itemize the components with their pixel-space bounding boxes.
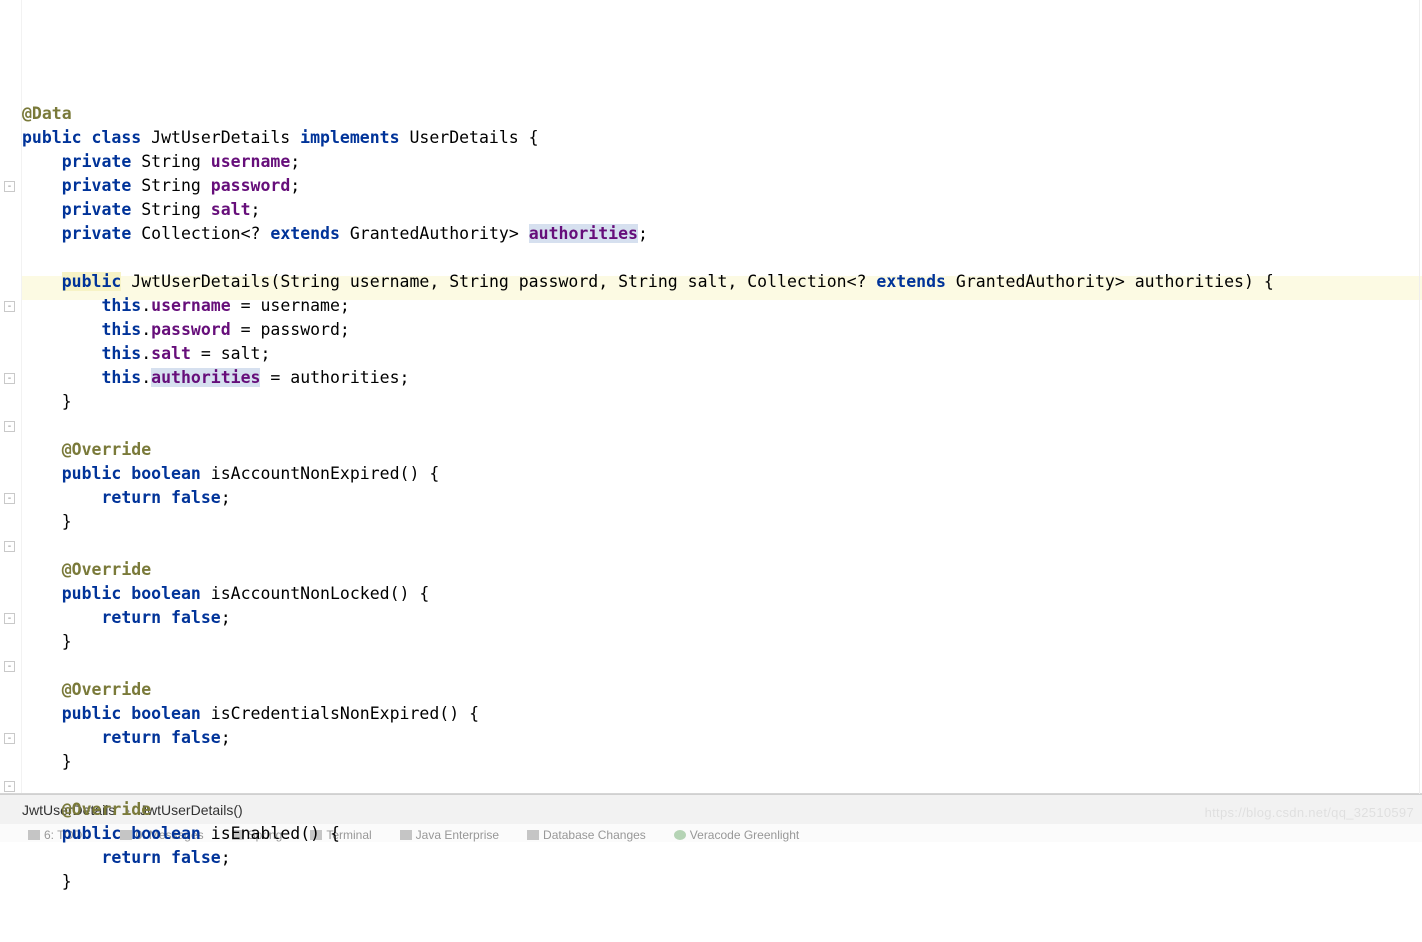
code-area[interactable]: @Data public class JwtUserDetails implem… — [22, 0, 1422, 793]
kw-this: this — [101, 368, 141, 387]
kw-this: this — [101, 320, 141, 339]
code-editor[interactable]: - - - - - - - - - - @Data public class J… — [0, 0, 1422, 794]
method-isenabled: isEnabled — [211, 824, 300, 843]
kw-return: return — [101, 608, 161, 627]
kw-public: public — [62, 584, 122, 603]
method-isaccountnonlocked: isAccountNonLocked — [211, 584, 390, 603]
type-string: String — [141, 152, 201, 171]
method-iscredentialsnonexpired: isCredentialsNonExpired — [211, 704, 439, 723]
kw-this: this — [101, 344, 141, 363]
editor-gutter: - - - - - - - - - - — [0, 0, 22, 793]
fold-marker-icon[interactable]: - — [4, 493, 15, 504]
kw-return: return — [101, 848, 161, 867]
kw-false: false — [171, 728, 221, 747]
interface-name: UserDetails — [409, 128, 518, 147]
field-salt: salt — [211, 200, 251, 219]
annotation-override: @Override — [62, 440, 151, 459]
annotation-override: @Override — [62, 560, 151, 579]
fold-marker-icon[interactable]: - — [4, 373, 15, 384]
field-password: password — [151, 320, 230, 339]
fold-marker-icon[interactable]: - — [4, 661, 15, 672]
kw-private: private — [62, 176, 132, 195]
class-name: JwtUserDetails — [151, 128, 290, 147]
annotation-override: @Override — [62, 680, 151, 699]
kw-public: public — [62, 824, 122, 843]
kw-false: false — [171, 608, 221, 627]
kw-boolean: boolean — [131, 584, 201, 603]
kw-false: false — [171, 848, 221, 867]
fold-marker-icon[interactable]: - — [4, 301, 15, 312]
kw-private: private — [62, 224, 132, 243]
kw-public: public — [62, 464, 122, 483]
annotation-override: @Override — [62, 800, 151, 819]
method-isaccountnonexpired: isAccountNonExpired — [211, 464, 400, 483]
kw-private: private — [62, 152, 132, 171]
kw-return: return — [101, 728, 161, 747]
field-authorities: authorities — [151, 368, 260, 387]
fold-marker-icon[interactable]: - — [4, 781, 15, 792]
type-string: String — [141, 176, 201, 195]
kw-class: class — [92, 128, 142, 147]
kw-implements: implements — [300, 128, 399, 147]
kw-boolean: boolean — [131, 704, 201, 723]
field-authorities: authorities — [529, 224, 638, 243]
kw-public: public — [22, 128, 82, 147]
kw-public: public — [62, 272, 122, 291]
fold-marker-icon[interactable]: - — [4, 181, 15, 192]
kw-this: this — [101, 296, 141, 315]
type-grantedauthority: GrantedAuthority — [350, 224, 509, 243]
type-string: String — [141, 200, 201, 219]
constructor-name: JwtUserDetails — [131, 272, 270, 291]
kw-boolean: boolean — [131, 824, 201, 843]
kw-extends: extends — [270, 224, 340, 243]
annotation-data: @Data — [22, 104, 72, 123]
kw-return: return — [101, 488, 161, 507]
field-password: password — [211, 176, 290, 195]
fold-marker-icon[interactable]: - — [4, 733, 15, 744]
fold-marker-icon[interactable]: - — [4, 541, 15, 552]
field-username: username — [211, 152, 290, 171]
kw-private: private — [62, 200, 132, 219]
field-username: username — [151, 296, 230, 315]
type-collection: Collection — [141, 224, 240, 243]
kw-false: false — [171, 488, 221, 507]
field-salt: salt — [151, 344, 191, 363]
kw-public: public — [62, 704, 122, 723]
kw-boolean: boolean — [131, 464, 201, 483]
fold-marker-icon[interactable]: - — [4, 421, 15, 432]
fold-marker-icon[interactable]: - — [4, 613, 15, 624]
